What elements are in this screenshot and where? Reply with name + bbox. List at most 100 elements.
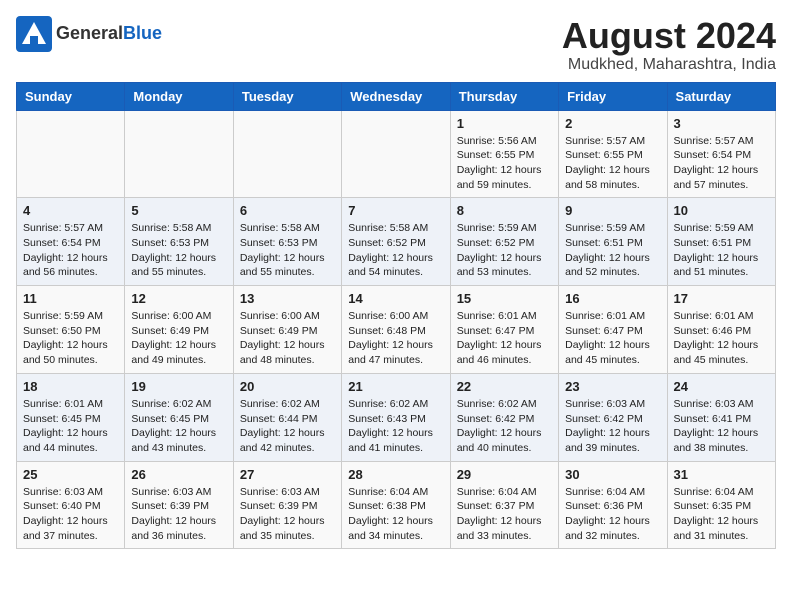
calendar-cell (233, 110, 341, 198)
day-content: Sunrise: 6:00 AM Sunset: 6:49 PM Dayligh… (131, 309, 226, 368)
calendar-cell: 26 Sunrise: 6:03 AM Sunset: 6:39 PM Dayli… (125, 461, 233, 549)
weekday-header-tuesday: Tuesday (233, 82, 341, 110)
calendar-cell (342, 110, 450, 198)
calendar-cell: 21Sunrise: 6:02 AM Sunset: 6:43 PM Dayli… (342, 373, 450, 461)
day-content: Sunrise: 6:00 AM Sunset: 6:48 PM Dayligh… (348, 309, 443, 368)
day-number: 11 (23, 291, 118, 306)
day-number: 5 (131, 203, 226, 218)
logo-icon (16, 16, 52, 52)
calendar-cell: 28 Sunrise: 6:04 AM Sunset: 6:38 PM Dayli… (342, 461, 450, 549)
weekday-header-sunday: Sunday (17, 82, 125, 110)
calendar-cell: 22 Sunrise: 6:02 AM Sunset: 6:42 PM Dayli… (450, 373, 558, 461)
calendar-cell: 12 Sunrise: 6:00 AM Sunset: 6:49 PM Dayli… (125, 286, 233, 374)
calendar-cell: 24 Sunrise: 6:03 AM Sunset: 6:41 PM Dayli… (667, 373, 775, 461)
day-content: Sunrise: 5:58 AM Sunset: 6:53 PM Dayligh… (240, 221, 335, 280)
day-number: 14 (348, 291, 443, 306)
day-content: Sunrise: 6:03 AM Sunset: 6:39 PM Dayligh… (131, 485, 226, 544)
calendar-cell: 4 Sunrise: 5:57 AM Sunset: 6:54 PM Daylig… (17, 198, 125, 286)
day-number: 4 (23, 203, 118, 218)
day-number: 12 (131, 291, 226, 306)
calendar-cell: 30 Sunrise: 6:04 AM Sunset: 6:36 PM Dayli… (559, 461, 667, 549)
weekday-header-row: SundayMondayTuesdayWednesdayThursdayFrid… (17, 82, 776, 110)
week-row-5: 25Sunrise: 6:03 AM Sunset: 6:40 PM Dayli… (17, 461, 776, 549)
calendar-cell: 23Sunrise: 6:03 AM Sunset: 6:42 PM Dayli… (559, 373, 667, 461)
calendar-cell (17, 110, 125, 198)
day-content: Sunrise: 6:02 AM Sunset: 6:42 PM Dayligh… (457, 397, 552, 456)
day-content: Sunrise: 6:02 AM Sunset: 6:43 PM Dayligh… (348, 397, 443, 456)
day-number: 29 (457, 467, 552, 482)
calendar-cell: 11Sunrise: 5:59 AM Sunset: 6:50 PM Dayli… (17, 286, 125, 374)
day-number: 15 (457, 291, 552, 306)
calendar-cell: 29 Sunrise: 6:04 AM Sunset: 6:37 PM Dayli… (450, 461, 558, 549)
calendar-cell: 15 Sunrise: 6:01 AM Sunset: 6:47 PM Dayli… (450, 286, 558, 374)
day-content: Sunrise: 6:04 AM Sunset: 6:37 PM Dayligh… (457, 485, 552, 544)
calendar-cell: 1Sunrise: 5:56 AM Sunset: 6:55 PM Daylig… (450, 110, 558, 198)
calendar-cell: 10 Sunrise: 5:59 AM Sunset: 6:51 PM Dayli… (667, 198, 775, 286)
calendar-cell: 9Sunrise: 5:59 AM Sunset: 6:51 PM Daylig… (559, 198, 667, 286)
calendar-cell: 16 Sunrise: 6:01 AM Sunset: 6:47 PM Dayli… (559, 286, 667, 374)
day-number: 9 (565, 203, 660, 218)
weekday-header-saturday: Saturday (667, 82, 775, 110)
day-content: Sunrise: 5:58 AM Sunset: 6:53 PM Dayligh… (131, 221, 226, 280)
week-row-1: 1Sunrise: 5:56 AM Sunset: 6:55 PM Daylig… (17, 110, 776, 198)
day-number: 13 (240, 291, 335, 306)
day-number: 19 (131, 379, 226, 394)
day-number: 26 (131, 467, 226, 482)
day-number: 8 (457, 203, 552, 218)
day-content: Sunrise: 6:02 AM Sunset: 6:44 PM Dayligh… (240, 397, 335, 456)
weekday-header-monday: Monday (125, 82, 233, 110)
title-area: August 2024 Mudkhed, Maharashtra, India (562, 16, 776, 74)
day-number: 7 (348, 203, 443, 218)
day-content: Sunrise: 6:04 AM Sunset: 6:38 PM Dayligh… (348, 485, 443, 544)
logo-general: General (56, 23, 123, 43)
logo: GeneralBlue (16, 16, 162, 52)
location-subtitle: Mudkhed, Maharashtra, India (562, 56, 776, 74)
calendar-cell: 17Sunrise: 6:01 AM Sunset: 6:46 PM Dayli… (667, 286, 775, 374)
day-number: 18 (23, 379, 118, 394)
calendar-cell: 8 Sunrise: 5:59 AM Sunset: 6:52 PM Daylig… (450, 198, 558, 286)
calendar-cell: 14 Sunrise: 6:00 AM Sunset: 6:48 PM Dayli… (342, 286, 450, 374)
calendar-cell: 27Sunrise: 6:03 AM Sunset: 6:39 PM Dayli… (233, 461, 341, 549)
calendar-cell: 7 Sunrise: 5:58 AM Sunset: 6:52 PM Daylig… (342, 198, 450, 286)
day-content: Sunrise: 6:03 AM Sunset: 6:41 PM Dayligh… (674, 397, 769, 456)
day-content: Sunrise: 6:01 AM Sunset: 6:46 PM Dayligh… (674, 309, 769, 368)
calendar-cell: 19 Sunrise: 6:02 AM Sunset: 6:45 PM Dayli… (125, 373, 233, 461)
day-content: Sunrise: 6:04 AM Sunset: 6:35 PM Dayligh… (674, 485, 769, 544)
day-content: Sunrise: 6:03 AM Sunset: 6:40 PM Dayligh… (23, 485, 118, 544)
day-number: 6 (240, 203, 335, 218)
day-number: 2 (565, 116, 660, 131)
calendar-cell: 31 Sunrise: 6:04 AM Sunset: 6:35 PM Dayli… (667, 461, 775, 549)
weekday-header-wednesday: Wednesday (342, 82, 450, 110)
day-content: Sunrise: 5:58 AM Sunset: 6:52 PM Dayligh… (348, 221, 443, 280)
day-content: Sunrise: 5:59 AM Sunset: 6:52 PM Dayligh… (457, 221, 552, 280)
calendar-cell: 13Sunrise: 6:00 AM Sunset: 6:49 PM Dayli… (233, 286, 341, 374)
day-content: Sunrise: 5:57 AM Sunset: 6:55 PM Dayligh… (565, 134, 660, 193)
day-content: Sunrise: 5:57 AM Sunset: 6:54 PM Dayligh… (674, 134, 769, 193)
day-number: 24 (674, 379, 769, 394)
calendar-cell: 5 Sunrise: 5:58 AM Sunset: 6:53 PM Daylig… (125, 198, 233, 286)
logo-blue: Blue (123, 23, 162, 43)
calendar-cell: 6 Sunrise: 5:58 AM Sunset: 6:53 PM Daylig… (233, 198, 341, 286)
day-content: Sunrise: 6:02 AM Sunset: 6:45 PM Dayligh… (131, 397, 226, 456)
day-content: Sunrise: 6:01 AM Sunset: 6:47 PM Dayligh… (565, 309, 660, 368)
month-year-title: August 2024 (562, 16, 776, 56)
day-number: 28 (348, 467, 443, 482)
day-content: Sunrise: 6:04 AM Sunset: 6:36 PM Dayligh… (565, 485, 660, 544)
weekday-header-thursday: Thursday (450, 82, 558, 110)
day-number: 10 (674, 203, 769, 218)
calendar-cell: 18 Sunrise: 6:01 AM Sunset: 6:45 PM Dayli… (17, 373, 125, 461)
day-number: 16 (565, 291, 660, 306)
day-content: Sunrise: 6:01 AM Sunset: 6:45 PM Dayligh… (23, 397, 118, 456)
day-number: 30 (565, 467, 660, 482)
day-number: 23 (565, 379, 660, 394)
day-content: Sunrise: 5:57 AM Sunset: 6:54 PM Dayligh… (23, 221, 118, 280)
day-content: Sunrise: 5:56 AM Sunset: 6:55 PM Dayligh… (457, 134, 552, 193)
day-number: 20 (240, 379, 335, 394)
calendar-table: SundayMondayTuesdayWednesdayThursdayFrid… (16, 82, 776, 550)
day-number: 22 (457, 379, 552, 394)
day-content: Sunrise: 6:03 AM Sunset: 6:39 PM Dayligh… (240, 485, 335, 544)
day-content: Sunrise: 6:01 AM Sunset: 6:47 PM Dayligh… (457, 309, 552, 368)
day-number: 3 (674, 116, 769, 131)
day-content: Sunrise: 5:59 AM Sunset: 6:51 PM Dayligh… (674, 221, 769, 280)
day-number: 31 (674, 467, 769, 482)
